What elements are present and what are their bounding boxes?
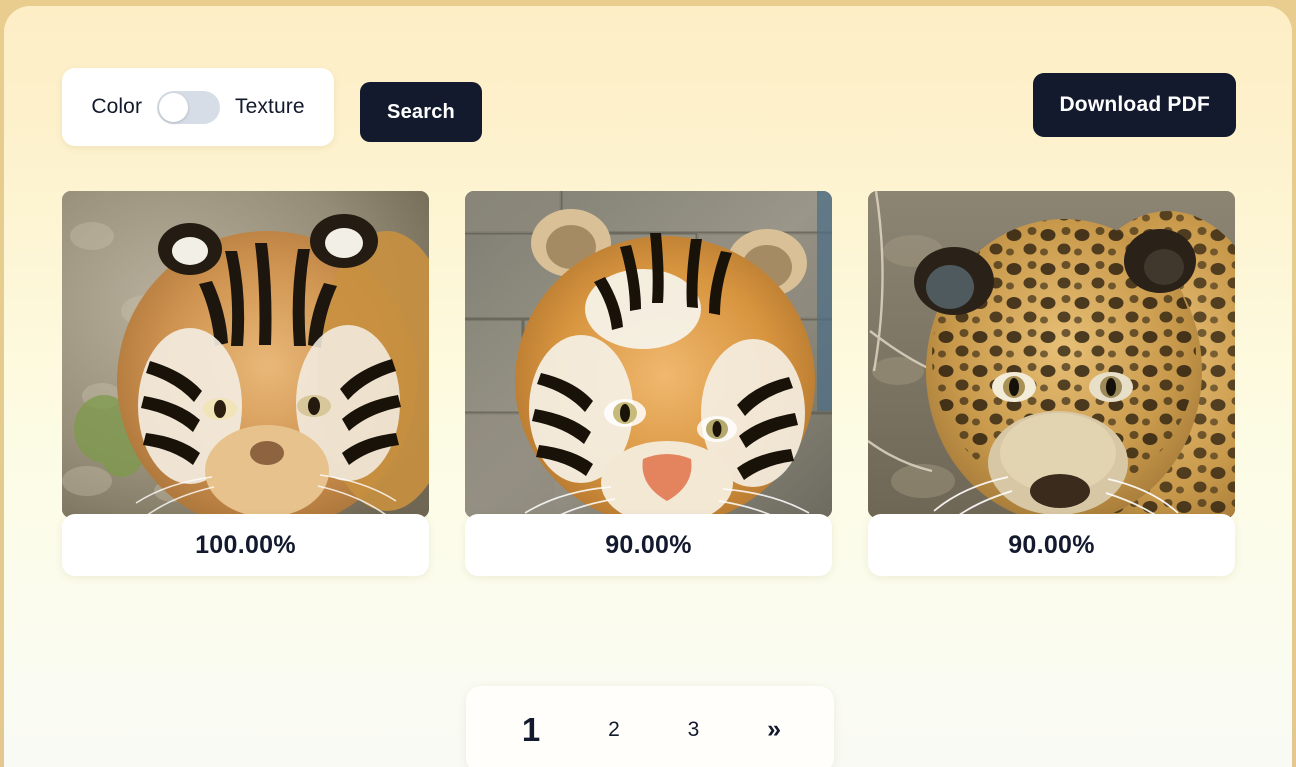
- similarity-score: 100.00%: [195, 530, 296, 559]
- pagination-page-1[interactable]: 1: [512, 709, 550, 750]
- search-button[interactable]: Search: [360, 82, 482, 142]
- pagination-page-3[interactable]: 3: [678, 715, 710, 744]
- page-surface: Color Texture Search Download PDF 100.00…: [4, 6, 1292, 767]
- similarity-score: 90.00%: [605, 530, 692, 559]
- pagination: 1 2 3 »: [466, 686, 834, 767]
- similarity-score: 90.00%: [1008, 530, 1095, 559]
- score-bar: 100.00%: [62, 514, 429, 576]
- pagination-next-icon[interactable]: »: [757, 713, 788, 746]
- app-root: Color Texture Search Download PDF 100.00…: [0, 0, 1296, 767]
- toolbar: Color Texture Search Download PDF: [4, 68, 1292, 146]
- result-image-1[interactable]: [465, 191, 832, 518]
- result-image-2[interactable]: [868, 191, 1235, 518]
- mode-label-texture: Texture: [235, 95, 305, 118]
- score-bar: 90.00%: [465, 514, 832, 576]
- pagination-page-2[interactable]: 2: [598, 715, 630, 744]
- results-grid: 100.00% 90.00% 90.00%: [62, 191, 1242, 576]
- download-pdf-button[interactable]: Download PDF: [1033, 73, 1236, 137]
- mode-label-color: Color: [91, 95, 143, 118]
- search-mode-card: Color Texture: [62, 68, 334, 146]
- score-bar: 90.00%: [868, 514, 1235, 576]
- result-card[interactable]: 90.00%: [868, 191, 1235, 576]
- color-texture-toggle[interactable]: [157, 90, 221, 124]
- result-card[interactable]: 90.00%: [465, 191, 832, 576]
- result-image-0[interactable]: [62, 191, 429, 518]
- toggle-knob: [159, 92, 189, 122]
- result-card[interactable]: 100.00%: [62, 191, 429, 576]
